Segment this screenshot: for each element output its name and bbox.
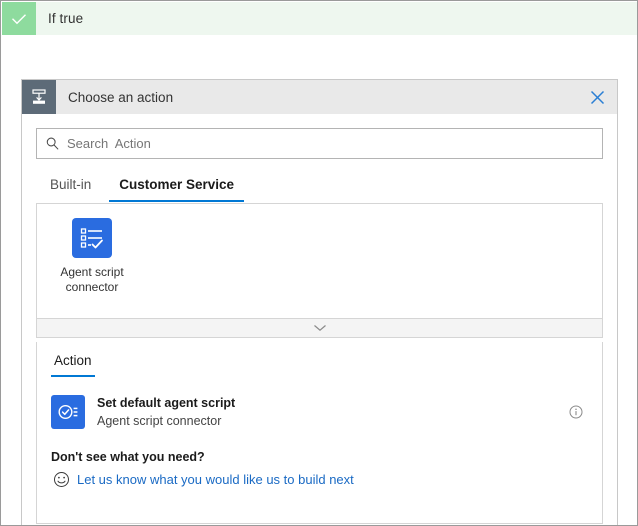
info-icon[interactable] — [564, 405, 588, 419]
feedback-link-row[interactable]: Let us know what you would like us to bu… — [51, 471, 588, 488]
footer: Don't see what you need? Let us know wha… — [51, 450, 588, 488]
choose-action-dialog: Choose an action — [21, 79, 618, 526]
list-item[interactable]: Set default agent script Agent script co… — [51, 388, 588, 436]
connector-tile-agent-script[interactable]: Agent script connector — [45, 212, 139, 295]
chevron-down-icon — [313, 319, 327, 337]
footer-question: Don't see what you need? — [51, 450, 588, 464]
action-subtitle: Agent script connector — [97, 413, 564, 430]
action-row-text: Set default agent script Agent script co… — [97, 395, 564, 430]
dialog-body: Built-in Customer Service — [22, 128, 617, 526]
insert-step-icon — [22, 80, 56, 114]
close-icon[interactable] — [577, 80, 617, 114]
flow-designer-page: If true Choose an action — [0, 0, 638, 526]
connector-tabs: Built-in Customer Service — [36, 165, 603, 203]
feedback-link[interactable]: Let us know what you would like us to bu… — [77, 472, 354, 487]
if-true-banner: If true — [2, 2, 638, 35]
tab-action-label: Action — [54, 353, 92, 368]
dialog-header: Choose an action — [22, 80, 617, 114]
tab-built-in-label: Built-in — [50, 177, 91, 192]
circle-check-list-icon — [51, 395, 85, 429]
tab-customer-service[interactable]: Customer Service — [105, 165, 248, 203]
tab-built-in[interactable]: Built-in — [36, 165, 105, 203]
check-icon — [2, 2, 36, 35]
action-title: Set default agent script — [97, 395, 564, 412]
checklist-icon — [72, 218, 112, 258]
search-icon — [37, 136, 67, 151]
collapse-connectors-bar[interactable] — [36, 319, 603, 338]
connector-tile-label: Agent script connector — [49, 265, 135, 295]
connector-panel: Agent script connector — [36, 203, 603, 319]
search-input[interactable] — [67, 129, 602, 158]
dialog-title: Choose an action — [56, 80, 577, 114]
action-results-section: Action Set default agent — [36, 342, 603, 524]
search-box[interactable] — [36, 128, 603, 159]
tab-customer-service-label: Customer Service — [119, 177, 234, 192]
smiley-icon — [51, 471, 71, 488]
if-true-label: If true — [36, 2, 83, 35]
tab-action[interactable]: Action — [51, 342, 95, 378]
action-tabs: Action — [51, 342, 588, 378]
